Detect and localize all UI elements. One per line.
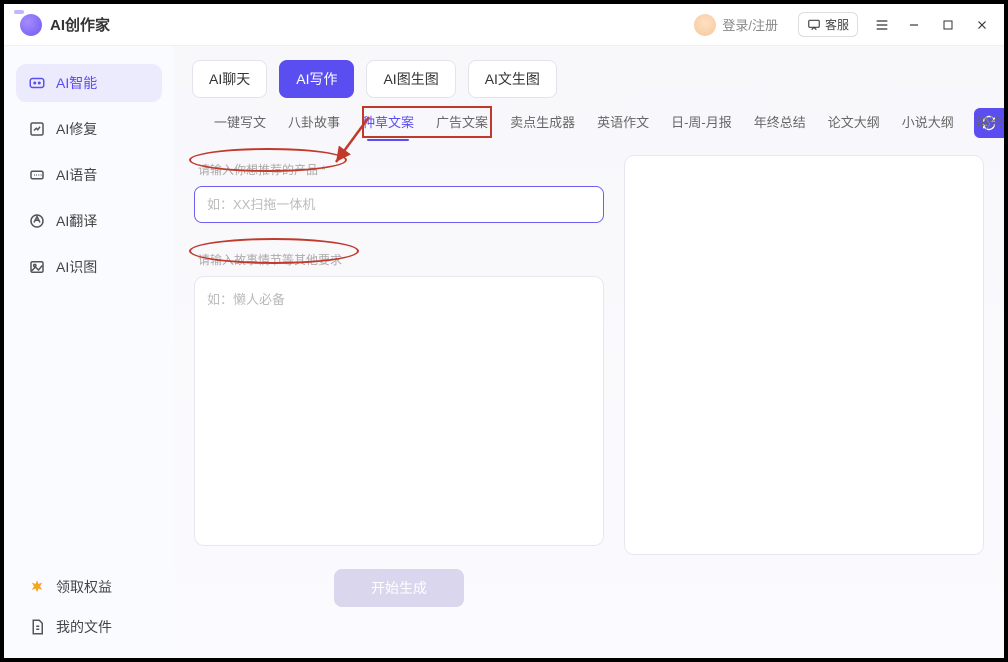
close-button[interactable] — [968, 11, 996, 39]
sidebar-item-label: 我的文件 — [56, 617, 112, 637]
sub-tabs: 一键写文 八卦故事 种草文案 广告文案 卖点生成器 英语作文 日-周-月报 年终… — [174, 98, 1004, 141]
sidebar-item-label: AI翻译 — [56, 211, 97, 231]
main-content: AI聊天 AI写作 AI图生图 AI文生图 一键写文 八卦故事 种草文案 广告文… — [174, 46, 1004, 658]
sidebar-item-ai-smart[interactable]: AI智能 — [16, 64, 162, 102]
story-field-label: 请输入故事情节等其他要求 — [198, 251, 600, 268]
file-icon — [28, 618, 46, 636]
sidebar-item-label: AI修复 — [56, 119, 97, 139]
mode-tabs: AI聊天 AI写作 AI图生图 AI文生图 — [174, 46, 1004, 98]
gift-icon — [28, 578, 46, 596]
sidebar-item-label: AI识图 — [56, 257, 97, 277]
sub-tab[interactable]: 小说大纲 — [902, 112, 954, 141]
story-textarea[interactable] — [194, 276, 604, 546]
repair-icon — [28, 120, 46, 138]
product-field-label: 请输入你想推荐的产品 * — [198, 161, 600, 178]
sparkle-icon — [28, 74, 46, 92]
mode-tab-chat[interactable]: AI聊天 — [192, 60, 267, 98]
titlebar: AI创作家 登录/注册 客服 — [4, 4, 1004, 46]
sidebar-item-label: AI语音 — [56, 165, 97, 185]
login-area[interactable]: 登录/注册 — [694, 14, 778, 36]
support-button[interactable]: 客服 — [798, 12, 858, 37]
generate-button[interactable]: 开始生成 — [334, 569, 464, 607]
sidebar-item-ai-translate[interactable]: AI翻译 — [16, 202, 162, 240]
sidebar-item-ai-image[interactable]: AI识图 — [16, 248, 162, 286]
sidebar: AI智能 AI修复 AI语音 AI翻译 — [4, 46, 174, 658]
output-panel — [624, 155, 984, 555]
scroll-right-icon[interactable]: 〉 — [985, 114, 998, 133]
sub-tab[interactable]: 论文大纲 — [828, 112, 880, 141]
product-input[interactable] — [194, 186, 604, 223]
hamburger-menu-icon[interactable] — [868, 11, 896, 39]
sidebar-item-benefits[interactable]: 领取权益 — [16, 568, 162, 606]
maximize-button[interactable] — [934, 11, 962, 39]
sub-tab[interactable]: 八卦故事 — [288, 112, 340, 141]
mode-tab-img2img[interactable]: AI图生图 — [366, 60, 455, 98]
login-text: 登录/注册 — [722, 15, 778, 34]
sidebar-item-myfiles[interactable]: 我的文件 — [16, 608, 162, 646]
sidebar-item-label: 领取权益 — [56, 577, 112, 597]
sidebar-item-label: AI智能 — [56, 73, 97, 93]
minimize-button[interactable] — [900, 11, 928, 39]
sub-tab[interactable]: 日-周-月报 — [671, 112, 732, 141]
mode-tab-write[interactable]: AI写作 — [279, 60, 354, 98]
image-icon — [28, 258, 46, 276]
sidebar-item-ai-voice[interactable]: AI语音 — [16, 156, 162, 194]
translate-icon — [28, 212, 46, 230]
voice-icon — [28, 166, 46, 184]
mode-tab-txt2img[interactable]: AI文生图 — [468, 60, 557, 98]
avatar-icon — [694, 14, 716, 36]
support-label: 客服 — [825, 16, 849, 33]
app-logo-icon — [20, 14, 42, 36]
sub-tab[interactable]: 一键写文 — [214, 112, 266, 141]
sub-tab-active[interactable]: 种草文案 — [362, 112, 414, 141]
app-title: AI创作家 — [50, 14, 110, 35]
sub-tab[interactable]: 英语作文 — [597, 112, 649, 141]
sub-tab[interactable]: 卖点生成器 — [510, 112, 575, 141]
sub-tab[interactable]: 年终总结 — [754, 112, 806, 141]
chat-icon — [807, 18, 821, 32]
sidebar-item-ai-repair[interactable]: AI修复 — [16, 110, 162, 148]
sub-tab[interactable]: 广告文案 — [436, 112, 488, 141]
